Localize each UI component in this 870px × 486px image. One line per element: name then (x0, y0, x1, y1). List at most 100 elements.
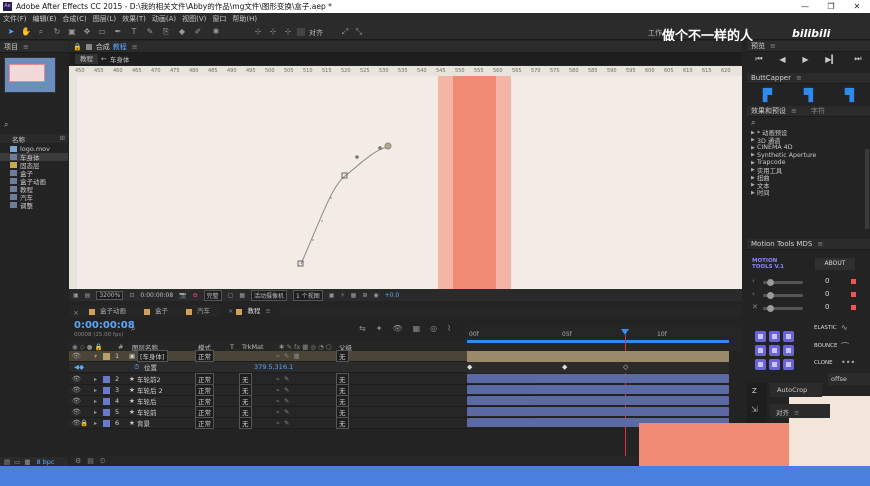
exposure-value[interactable]: +0.0 (385, 292, 400, 299)
keyframe-icon[interactable]: ◆ (562, 363, 567, 371)
motion-blur-icon[interactable]: ◎ (430, 324, 437, 333)
layer-switches[interactable]: ⌁ ✎ (276, 397, 336, 405)
parent-dropdown[interactable]: 无 (336, 350, 349, 362)
layer-name[interactable]: 车轮后 2 (137, 385, 195, 395)
effects-category-item[interactable]: ▶ 3D 通道 (747, 137, 870, 145)
fast-previews-icon[interactable]: ⚡ (340, 292, 344, 299)
keyframe-icon[interactable]: ◇ (623, 363, 628, 371)
blend-mode-dropdown[interactable]: 正常 (195, 350, 214, 362)
puppet-tool-icon[interactable]: ✱ (211, 27, 221, 37)
tab-comp-active[interactable]: × 教程 ≡ (220, 306, 279, 317)
panel-menu-icon[interactable]: ≡ (796, 74, 802, 82)
safe-margins-icon[interactable]: ⊡ (129, 292, 134, 299)
visibility-eye-icon[interactable]: 👁 (72, 408, 81, 416)
clone-stamp-tool-icon[interactable]: ⎘ (161, 27, 171, 37)
anchor-grid-button[interactable] (755, 331, 766, 342)
anchor-grid-button[interactable] (769, 345, 780, 356)
visibility-eye-icon[interactable]: 👁 (72, 386, 81, 394)
visibility-eye-icon[interactable]: 👁 (72, 397, 81, 405)
bounce-button[interactable]: BOUNCE (814, 343, 837, 349)
expand-arrow-icon[interactable]: ▸ (94, 387, 103, 394)
tab-comp[interactable]: 盒子动画 (81, 306, 134, 317)
expand-arrow-icon[interactable]: ▾ (94, 353, 103, 360)
toggle-pixel-icon[interactable]: ▣ (329, 292, 335, 299)
workspace-label[interactable]: 工作 (648, 28, 662, 38)
layer-label-color[interactable] (103, 352, 110, 360)
frame-blending-icon[interactable]: ▦ (413, 324, 421, 333)
reset-icon[interactable] (851, 279, 856, 284)
rotate-tool-icon[interactable]: ↻ (52, 27, 62, 37)
camera-dropdown[interactable]: 活动摄像机 (251, 289, 288, 301)
close-button[interactable]: ✕ (844, 0, 870, 13)
layer-name[interactable]: 车轮前2 (137, 374, 195, 384)
work-area-bar[interactable] (467, 340, 729, 343)
zoom-dropdown[interactable]: 3200% (96, 290, 124, 300)
last-frame-icon[interactable]: ⏭ (854, 54, 861, 64)
anchor-grid-button[interactable] (783, 331, 794, 342)
panel-menu-icon[interactable]: ≡ (132, 43, 138, 51)
projecting-cap-icon[interactable]: ▜ (845, 88, 854, 102)
axis-view-icon[interactable]: ⊹ (283, 27, 293, 37)
panel-menu-icon[interactable]: ≡ (265, 306, 270, 317)
layer-label-color[interactable] (103, 397, 110, 405)
menu-window[interactable]: 窗口 (212, 14, 226, 24)
tab-character[interactable]: 字符 (811, 106, 825, 116)
menu-edit[interactable]: 编辑(E) (33, 14, 57, 24)
zoom-tool-icon[interactable]: ⌕ (36, 27, 46, 37)
clone-button[interactable]: CLONE (814, 360, 833, 366)
panel-menu-icon[interactable]: ≡ (23, 43, 29, 51)
layer-bar[interactable] (467, 407, 729, 416)
effects-search[interactable]: ⌕ (747, 117, 870, 129)
layer-switches[interactable]: ⌁ ✎ ▦ (276, 352, 336, 360)
visibility-eye-icon[interactable]: 👁 (72, 375, 81, 383)
first-frame-icon[interactable]: ⏮ (755, 54, 762, 64)
next-frame-icon[interactable]: ▶▎ (825, 55, 837, 64)
anchor-grid-button[interactable] (783, 359, 794, 370)
effects-category-item[interactable]: ▶ 时间 (747, 189, 870, 198)
slider-value[interactable]: 0 (825, 277, 829, 285)
eraser-tool-icon[interactable]: ◆ (177, 27, 187, 37)
interpret-footage-icon[interactable]: ▤ (4, 458, 10, 466)
scale-slider[interactable] (763, 305, 803, 312)
anchor-grid-button[interactable] (769, 331, 780, 342)
pen-tool-icon[interactable]: ✒ (113, 27, 123, 37)
comp-name-label[interactable]: 教程 (113, 42, 127, 52)
timeline-timecode[interactable]: 0:00:00:08 (74, 320, 135, 331)
trkmat-dropdown[interactable]: 无 (239, 417, 252, 429)
project-item[interactable]: 固态层 (0, 161, 68, 170)
layer-label-color[interactable] (103, 386, 110, 394)
menu-help[interactable]: 帮助(H) (232, 14, 257, 24)
modes-toggle-icon[interactable]: ▤ (87, 457, 94, 465)
breadcrumb-child[interactable]: 车身体 (110, 54, 130, 64)
slider-knob[interactable] (767, 305, 774, 312)
draft-3d-icon[interactable]: ✦ (376, 324, 383, 333)
snap-option-icon[interactable]: ⤢ (340, 27, 350, 37)
timeline-icon[interactable]: ▦ (351, 292, 357, 299)
blend-mode-dropdown[interactable]: 正常 (195, 417, 214, 429)
comp-timecode[interactable]: 0:00:00:08 (140, 292, 173, 299)
tab-comp[interactable]: 汽车 (178, 306, 218, 317)
speed-slider[interactable] (763, 292, 803, 299)
lock-icon[interactable]: 🔒 (73, 43, 82, 51)
mask-tool-icon[interactable]: ▭ (97, 27, 107, 37)
menu-file[interactable]: 文件(F) (3, 14, 27, 24)
layer-bar[interactable] (467, 385, 729, 394)
layer-name[interactable]: 背景 (137, 418, 195, 428)
flowchart-icon[interactable]: ⊞ (60, 134, 65, 142)
prev-frame-icon[interactable]: ◀ (779, 55, 785, 64)
slider-value[interactable]: 0 (825, 303, 829, 311)
layer-switches-toggle-icon[interactable]: ⚙ (75, 457, 81, 465)
expand-arrow-icon[interactable]: ▸ (94, 420, 103, 427)
selection-tool-icon[interactable]: ➤ (6, 27, 16, 37)
anchor-grid-button[interactable] (755, 345, 766, 356)
layer-row[interactable]: 👁 ▸ 3 ★ 车轮后 2 正常无 ⌁ ✎ 无 (69, 384, 534, 396)
snap-edge-icon[interactable]: ⤡ (354, 27, 364, 37)
reset-icon[interactable] (851, 292, 856, 297)
layer-row-selected[interactable]: 👁 ▾ 1 ▣ [车身体] 正常 ⌁ ✎ ▦ 无 (69, 350, 534, 362)
close-tab-icon[interactable]: × (73, 309, 81, 317)
shy-icon[interactable]: 👁 (392, 324, 402, 333)
channel-icon[interactable]: ✿ (193, 292, 198, 299)
comp-mini-flowchart-icon[interactable]: ⇆ (359, 324, 366, 333)
roto-brush-tool-icon[interactable]: ✐ (193, 27, 203, 37)
anchor-grid-button[interactable] (783, 345, 794, 356)
